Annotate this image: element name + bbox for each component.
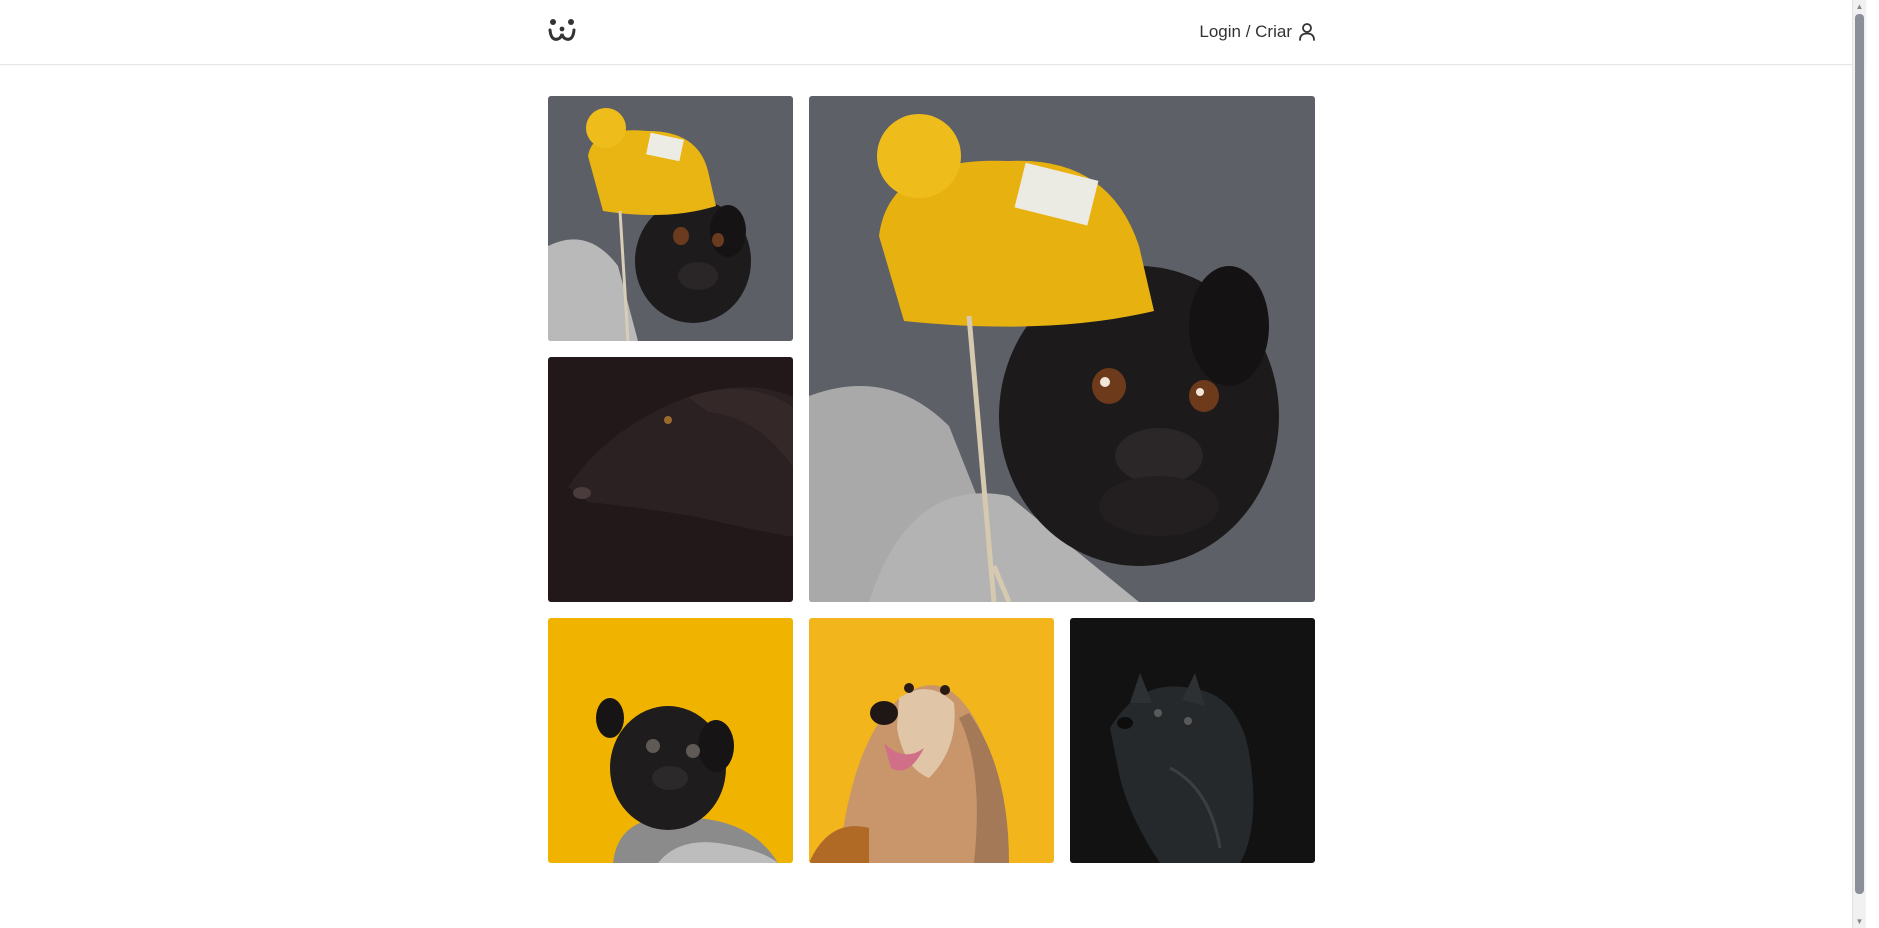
photo-feed: [548, 96, 1316, 863]
feed-photo-black-labrador[interactable]: [548, 357, 793, 602]
feed-photo-pug-beanie-large[interactable]: [809, 96, 1315, 602]
feed-photo-pug-beanie[interactable]: [548, 96, 793, 341]
site-header: Login / Criar: [0, 0, 1866, 65]
header-container: Login / Criar: [548, 0, 1316, 64]
feed-photo-black-spitz[interactable]: [1070, 618, 1315, 863]
page: Login / Criar ▲ ▼: [0, 0, 1866, 928]
scroll-down-arrow-icon[interactable]: ▼: [1855, 917, 1864, 926]
vertical-scrollbar[interactable]: ▲ ▼: [1852, 0, 1866, 928]
login-link[interactable]: Login / Criar: [1199, 20, 1316, 44]
feed-photo-pug-yellow[interactable]: [548, 618, 793, 863]
user-icon: [1298, 22, 1316, 42]
login-label: Login / Criar: [1199, 22, 1292, 41]
scroll-thumb[interactable]: [1855, 14, 1864, 894]
scroll-up-arrow-icon[interactable]: ▲: [1855, 2, 1864, 11]
dog-face-icon[interactable]: [548, 18, 576, 44]
feed-photo-afghan-hound[interactable]: [809, 618, 1054, 863]
